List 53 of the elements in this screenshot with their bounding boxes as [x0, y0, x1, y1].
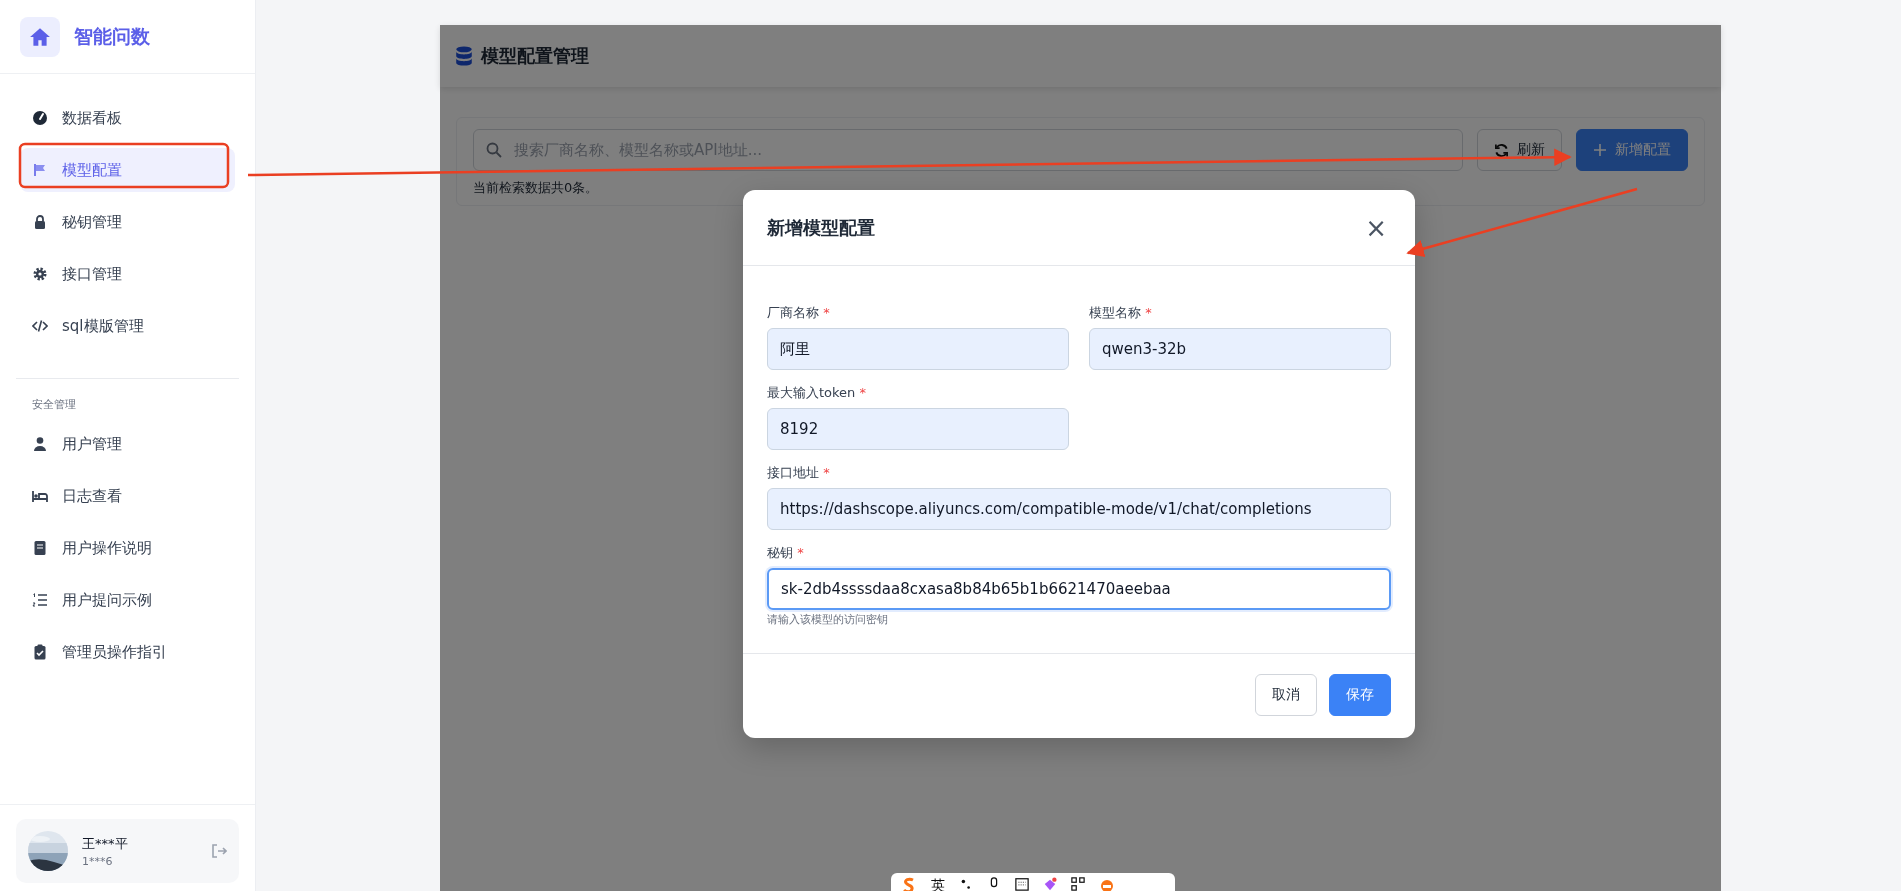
- bed-icon: [32, 488, 48, 504]
- lock-icon: [32, 214, 48, 230]
- flag-icon: [32, 162, 48, 178]
- gauge-icon: [32, 110, 48, 126]
- nav-item[interactable]: sql模版管理: [20, 304, 235, 348]
- plus-icon: [1593, 143, 1607, 157]
- grid-icon[interactable]: [1071, 877, 1085, 891]
- section-title: 安全管理: [31, 397, 77, 413]
- code-icon: [32, 318, 48, 334]
- nav-item[interactable]: 接口管理: [20, 252, 235, 296]
- user-account: 1***6: [82, 854, 114, 868]
- dots-icon[interactable]: [959, 877, 973, 891]
- nav-item[interactable]: 用户操作说明: [20, 526, 235, 570]
- nav-item[interactable]: 数据看板: [20, 96, 235, 140]
- sparkle-icon[interactable]: [1043, 877, 1057, 891]
- nav-item[interactable]: 管理员操作指引: [20, 630, 235, 674]
- nav-item[interactable]: 模型配置: [20, 148, 235, 192]
- ime-logo-icon[interactable]: [901, 877, 917, 891]
- book-icon: [32, 540, 48, 556]
- dialog-title: 新增模型配置: [767, 215, 875, 240]
- refresh-button[interactable]: 刷新: [1477, 129, 1562, 171]
- cancel-button[interactable]: 取消: [1255, 674, 1317, 716]
- close-button[interactable]: ×: [1361, 214, 1391, 241]
- nav-item[interactable]: 秘钥管理: [20, 200, 235, 244]
- field-label: 接口地址 *: [767, 464, 831, 482]
- input-field[interactable]: sk-2db4ssssdaa8cxasa8b84b65b1b6621470aeebaa: [767, 568, 1391, 610]
- save-button[interactable]: 保存: [1329, 674, 1391, 716]
- field-label: 模型名称 *: [1089, 304, 1153, 322]
- keyboard-icon[interactable]: [1015, 877, 1029, 891]
- gear-icon: [32, 266, 48, 282]
- search-icon: [486, 142, 502, 158]
- input-field[interactable]: qwen3-32b: [1089, 328, 1391, 370]
- user-name: 王***平: [82, 834, 129, 853]
- app-title: 智能问数: [74, 23, 150, 49]
- nav-item[interactable]: 日志查看: [20, 474, 235, 518]
- logo-icon: [20, 16, 60, 57]
- user-icon: [32, 436, 48, 452]
- input-field[interactable]: 阿里: [767, 328, 1069, 370]
- nav-item[interactable]: 用户提问示例: [20, 578, 235, 622]
- field-hint: 请输入该模型的访问密钥: [767, 612, 889, 627]
- result-count: 当前检索数据共0条。: [473, 179, 600, 197]
- page-title: 模型配置管理: [481, 44, 589, 68]
- field-label: 秘钥 *: [767, 544, 805, 562]
- clipboard-icon: [32, 644, 48, 660]
- database-icon: [455, 46, 473, 66]
- field-label: 最大输入token *: [767, 384, 867, 402]
- input-field[interactable]: 8192: [767, 408, 1069, 450]
- nav-item[interactable]: 用户管理: [20, 422, 235, 466]
- input-field[interactable]: https://dashscope.aliyuncs.com/compatible-mode/v1/chat/completions: [767, 488, 1391, 530]
- ime-mode[interactable]: 英: [931, 877, 945, 891]
- field-label: 厂商名称 *: [767, 304, 831, 322]
- numbered-list-icon: [32, 592, 48, 608]
- refresh-icon: [1494, 142, 1509, 158]
